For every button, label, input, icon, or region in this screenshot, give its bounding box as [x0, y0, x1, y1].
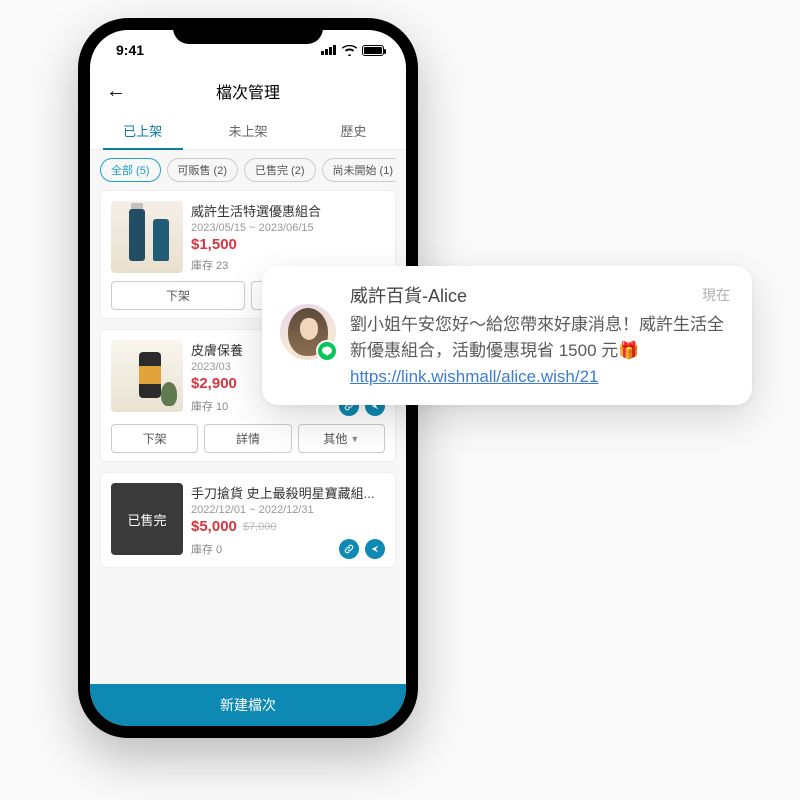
notification-card[interactable]: 威許百貨-Alice 現在 劉小姐午安您好～給您帶來好康消息！威許生活全新優惠組…	[262, 266, 752, 405]
signal-icon	[321, 45, 337, 55]
status-icons	[321, 45, 384, 56]
soldout-badge: 已售完	[127, 510, 166, 529]
product-price: $1,500	[191, 236, 237, 253]
product-thumbnail	[111, 201, 183, 273]
status-time: 9:41	[116, 42, 144, 58]
other-button[interactable]: 其他▼	[298, 424, 385, 453]
filter-chips: 全部 (5) 可販售 (2) 已售完 (2) 尚未開始 (1)	[100, 158, 396, 182]
back-icon[interactable]: ←	[106, 80, 126, 103]
unlist-button[interactable]: 下架	[111, 424, 198, 453]
product-original-price: $7,000	[243, 521, 277, 533]
chevron-down-icon: ▼	[350, 434, 359, 444]
battery-icon	[362, 45, 384, 56]
tab-listed[interactable]: 已上架	[90, 112, 195, 149]
chip-all[interactable]: 全部 (5)	[100, 158, 161, 182]
notification-link[interactable]: https://link.wishmall/alice.wish/21	[350, 367, 730, 387]
unlist-button[interactable]: 下架	[111, 281, 245, 310]
share-icon[interactable]	[365, 539, 385, 559]
product-stock: 庫存 0	[191, 541, 222, 557]
status-bar: 9:41	[90, 30, 406, 70]
gift-icon: 🎁	[618, 338, 639, 364]
detail-button[interactable]: 詳情	[204, 424, 291, 453]
product-thumbnail	[111, 340, 183, 412]
tab-bar: 已上架 未上架 歷史	[90, 112, 406, 150]
notification-time: 現在	[702, 285, 730, 305]
link-icon[interactable]	[339, 539, 359, 559]
avatar	[280, 304, 336, 360]
chip-notstarted[interactable]: 尚未開始 (1)	[322, 158, 397, 182]
content-area[interactable]: 全部 (5) 可販售 (2) 已售完 (2) 尚未開始 (1) 威許生活特選優惠…	[90, 150, 406, 684]
product-card[interactable]: 已售完 手刀搶貨 史上最殺明星寶藏組... 2022/12/01 ~ 2022/…	[100, 472, 396, 568]
product-price: $5,000	[191, 518, 237, 535]
product-title: 威許生活特選優惠組合	[191, 201, 385, 220]
product-stock: 庫存 10	[191, 398, 228, 414]
chip-soldout[interactable]: 已售完 (2)	[244, 158, 316, 182]
product-price: $2,900	[191, 375, 237, 392]
new-listing-button[interactable]: 新建檔次	[90, 684, 406, 726]
wifi-icon	[342, 45, 357, 56]
product-date: 2023/05/15 ~ 2023/06/15	[191, 222, 385, 234]
product-date: 2022/12/01 ~ 2022/12/31	[191, 504, 385, 516]
notification-title: 威許百貨-Alice	[350, 282, 467, 308]
chip-available[interactable]: 可販售 (2)	[167, 158, 239, 182]
product-stock: 庫存 23	[191, 257, 228, 273]
notification-message: 劉小姐午安您好～給您帶來好康消息！威許生活全新優惠組合，活動優惠現省 1500 …	[350, 312, 730, 365]
product-thumbnail-soldout: 已售完	[111, 483, 183, 555]
product-title: 手刀搶貨 史上最殺明星寶藏組...	[191, 483, 385, 502]
page-title: 檔次管理	[216, 79, 280, 103]
tab-history[interactable]: 歷史	[301, 112, 406, 149]
tab-unlisted[interactable]: 未上架	[195, 112, 300, 149]
line-badge-icon	[316, 340, 338, 362]
nav-bar: ← 檔次管理	[90, 70, 406, 112]
